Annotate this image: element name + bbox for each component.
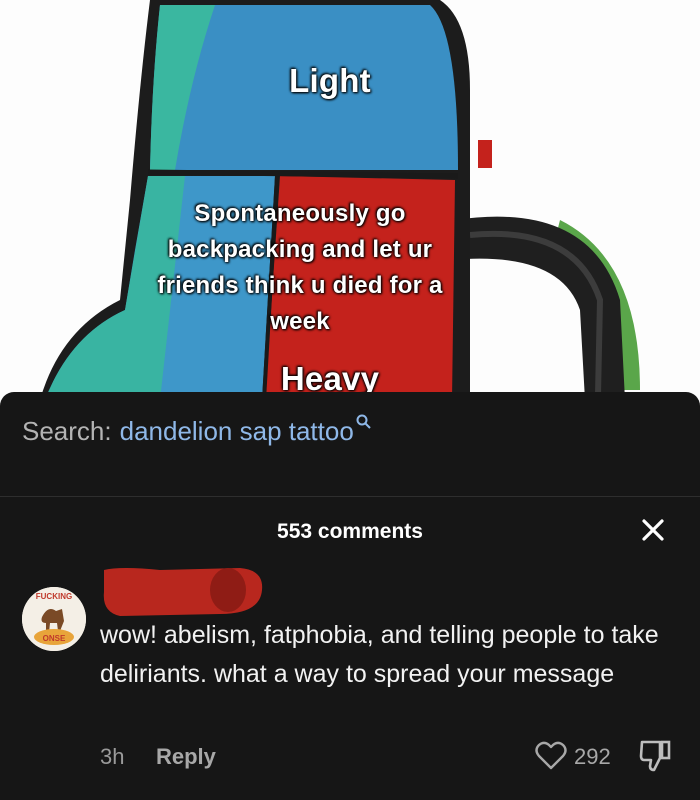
meme-label-light: Light [289,62,371,99]
search-icon [356,414,372,437]
thumbs-down-icon [639,740,671,772]
search-prefix: Search: [22,416,112,446]
avatar-text-bottom: ONSE [43,634,66,643]
username-redaction [100,560,266,620]
search-suggestion[interactable]: Search: dandelion sap tattoo [22,414,678,472]
avatar[interactable]: ONSE FUCKING [22,587,86,651]
meme-line: backpacking and let ur [167,236,433,263]
meme-label-middle: Spontaneously go backpacking and let ur … [130,196,470,340]
comment-time: 3h [100,744,125,769]
divider [0,496,700,497]
avatar-image: ONSE FUCKING [22,587,86,651]
like-count: 292 [574,744,611,769]
like-button[interactable] [534,740,568,772]
meme-line: Spontaneously go [194,200,406,227]
meme-line: friends think u died for a [157,272,443,299]
close-icon [642,519,664,541]
dislike-button[interactable] [638,738,672,774]
video-frame[interactable]: Light Spontaneously go backpacking and l… [0,0,700,410]
comments-sheet: Search: dandelion sap tattoo 553 comment… [0,392,700,800]
avatar-text-top: FUCKING [36,592,72,601]
heart-outline-icon [535,741,567,770]
reply-button[interactable]: Reply [156,744,216,770]
close-button[interactable] [637,514,669,546]
meme-line: week [270,308,330,335]
comment-text: wow! abelism, fatphobia, and telling peo… [100,621,659,688]
comments-count: 553 comments [277,520,423,543]
search-query-link[interactable]: dandelion sap tattoo [120,416,354,447]
